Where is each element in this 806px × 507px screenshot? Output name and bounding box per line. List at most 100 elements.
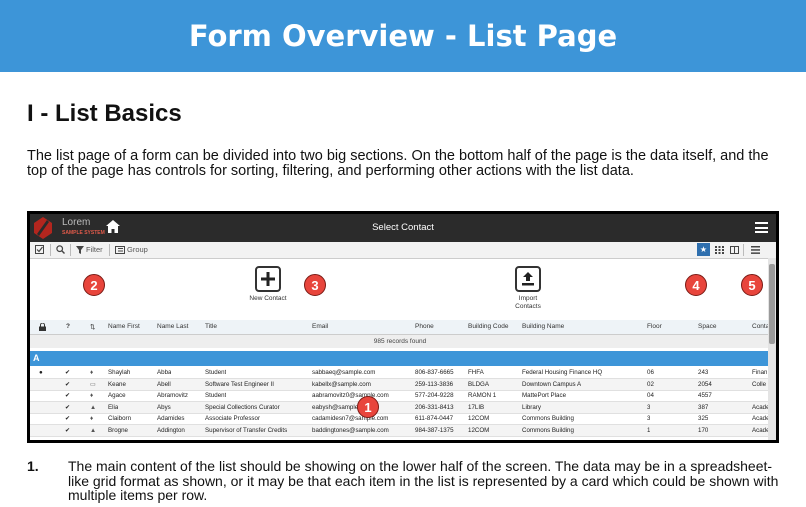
column-header[interactable]: Space (698, 323, 716, 330)
callout-marker-1: 1 (357, 396, 379, 418)
search-icon[interactable] (56, 245, 65, 254)
check-icon: ✔ (65, 403, 71, 411)
column-header[interactable]: Building Code (468, 323, 508, 330)
column-header[interactable]: Phone (415, 323, 434, 330)
callout-marker-4: 4 (685, 274, 707, 296)
table-cell: Acade (752, 426, 770, 434)
table-cell: Acade (752, 415, 770, 422)
table-cell: Software Test Engineer II (205, 380, 275, 388)
table-cell: 984-387-1375 (415, 426, 454, 434)
table-cell: 17LIB (468, 403, 485, 411)
grid-header-row: ? ⇅ Name First Name Last Title Email Pho… (30, 320, 770, 335)
card-view-icon[interactable] (728, 243, 741, 256)
check-icon: ✔ (65, 369, 71, 376)
table-row[interactable]: ✔ ♦ Claiborn Adamides Associate Professor cad… (30, 413, 770, 425)
table-cell: Commons Building (522, 415, 574, 422)
column-header[interactable]: Building Name (522, 323, 564, 330)
table-cell: Claiborn (108, 415, 132, 422)
table-row[interactable]: ✔ ♦ Agace Abramovitz Student aabramovitz0@sam… (30, 390, 770, 402)
scrollbar-thumb[interactable] (769, 264, 775, 344)
list-toolbar: Filter Group ★ (30, 242, 776, 259)
table-cell: RAMON 1 (468, 392, 497, 399)
records-count: 985 records found (30, 335, 770, 348)
favorites-view-star-icon[interactable]: ★ (697, 243, 710, 256)
callout-marker-2: 2 (83, 274, 105, 296)
table-cell: 325 (698, 415, 709, 422)
check-icon: ✔ (65, 426, 71, 434)
import-label-line2: Contacts (515, 303, 541, 310)
table-cell: 3 (647, 403, 651, 411)
note-number: 1. (27, 458, 39, 474)
table-cell: Student (205, 369, 227, 376)
table-cell: Adamides (157, 415, 185, 422)
table-cell: Special Collections Curator (205, 403, 280, 411)
table-cell: Library (522, 403, 541, 411)
table-row[interactable]: ● ✔ ♦ Shaylah Abba Student sabbaeq@sample.com 8… (30, 367, 770, 379)
book-type-icon: ▭ (90, 380, 96, 388)
table-cell: 206-331-8413 (415, 403, 454, 411)
table-cell: 806-837-6665 (415, 369, 454, 376)
import-label-line1: Import (518, 295, 538, 302)
hamburger-menu-icon[interactable] (755, 222, 768, 233)
person-type-icon: ♦ (90, 415, 94, 422)
sort-column-icon[interactable]: ⇅ (90, 323, 95, 331)
table-cell: 259-113-3836 (415, 380, 454, 388)
app-screenshot: Lorem SAMPLE SYSTEM Select Contact Filte… (27, 211, 779, 443)
table-cell: 06 (647, 369, 654, 376)
banner-title: Form Overview - List Page (188, 19, 618, 53)
table-cell: baddingtones@sample.com (312, 426, 389, 434)
list-options-menu-icon[interactable] (749, 243, 762, 256)
lock-column-icon[interactable] (39, 323, 46, 331)
cap-type-icon: ▲ (90, 403, 97, 411)
table-cell: 1 (647, 426, 651, 434)
note-text: The main content of the list should be s… (68, 458, 779, 503)
table-cell: 243 (698, 369, 709, 376)
table-row[interactable]: ✔ ▲ Brogne Addington Supervisor of Transfer … (30, 424, 770, 437)
filter-button[interactable]: Filter (76, 245, 103, 254)
table-cell: 12COM (468, 415, 490, 422)
table-cell: Abba (157, 369, 172, 376)
callout-marker-3: 3 (304, 274, 326, 296)
import-contacts-button[interactable]: Import Contacts (505, 266, 551, 311)
table-cell: Acade (752, 403, 770, 411)
grid-view-icon[interactable] (713, 243, 726, 256)
table-cell: Supervisor of Transfer Credits (205, 426, 288, 434)
column-header[interactable]: Name Last (157, 323, 188, 330)
cap-type-icon: ▲ (90, 426, 97, 434)
table-cell: 577-204-9228 (415, 392, 454, 399)
plus-icon (255, 266, 281, 292)
table-cell: 02 (647, 380, 654, 388)
column-header[interactable]: Name First (108, 323, 140, 330)
new-contact-button[interactable]: New Contact (245, 266, 291, 303)
column-header[interactable]: Title (205, 323, 217, 330)
column-header[interactable]: Floor (647, 323, 662, 330)
table-cell: 12COM (468, 426, 490, 434)
person-type-icon: ♦ (90, 369, 94, 376)
select-all-checkbox-icon[interactable] (35, 245, 44, 254)
table-row[interactable]: ✔ ▲ Elia Abys Special Collections Curator eab… (30, 401, 770, 414)
table-cell: Keane (108, 380, 126, 388)
vertical-scrollbar[interactable] (768, 258, 776, 440)
table-cell: MattePort Place (522, 392, 567, 399)
table-cell: 3 (647, 415, 651, 422)
help-column-icon[interactable]: ? (66, 323, 70, 330)
filter-icon (76, 245, 84, 254)
group-header-a[interactable]: A (30, 351, 770, 366)
person-type-icon: ♦ (90, 392, 94, 399)
check-icon: ✔ (65, 380, 71, 388)
table-cell: Shaylah (108, 369, 131, 376)
table-row[interactable]: ✔ ▭ Keane Abell Software Test Engineer II kab… (30, 378, 770, 391)
group-icon (115, 245, 125, 254)
group-button[interactable]: Group (115, 245, 148, 254)
table-cell: Colle (752, 380, 767, 388)
column-header[interactable]: Email (312, 323, 328, 330)
table-cell: 4557 (698, 392, 712, 399)
table-cell: Abys (157, 403, 171, 411)
group-label: Group (127, 245, 148, 254)
table-cell: Student (205, 392, 227, 399)
table-cell: kabellx@sample.com (312, 380, 371, 388)
table-cell: sabbaeq@sample.com (312, 369, 376, 376)
column-header[interactable]: Conta (752, 323, 769, 330)
table-cell: 387 (698, 403, 709, 411)
table-cell: Brogne (108, 426, 128, 434)
